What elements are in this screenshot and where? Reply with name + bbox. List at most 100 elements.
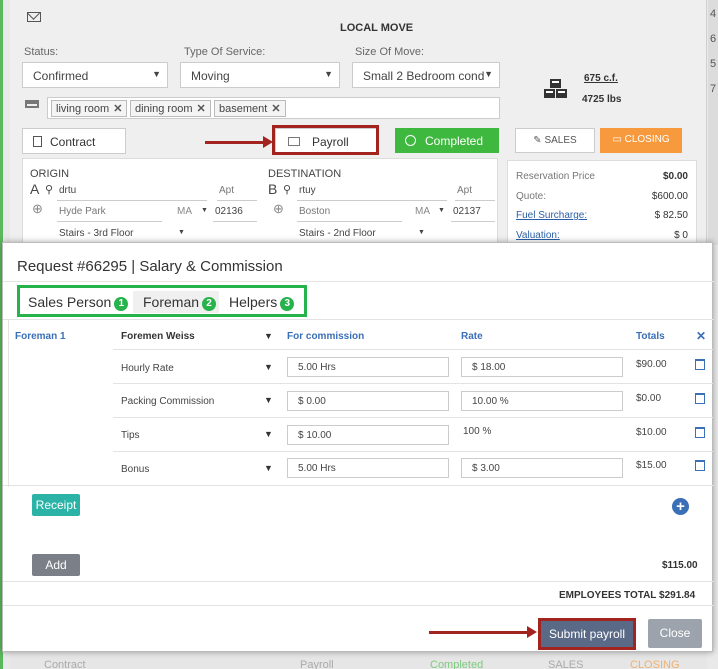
chevron-down-icon[interactable]: ▼ xyxy=(264,395,273,405)
room-chip[interactable]: dining room ✕ xyxy=(130,100,211,117)
destination-state[interactable]: MA xyxy=(415,206,430,217)
rooms-field[interactable]: living room ✕ dining room ✕ basement ✕ xyxy=(47,97,500,119)
chevron-down-icon[interactable]: ▼ xyxy=(264,429,273,439)
check-icon xyxy=(405,135,416,146)
step-badge: 1 xyxy=(114,297,129,311)
room-chip[interactable]: living room ✕ xyxy=(51,100,128,117)
destination-zip[interactable]: 02137 xyxy=(453,206,481,217)
map-pin-icon: ⚲ xyxy=(45,184,54,196)
sales-button[interactable]: ✎ SALES xyxy=(515,128,595,153)
valuation-link[interactable]: Valuation: xyxy=(516,230,560,241)
price-value: $ 0 xyxy=(674,230,688,241)
add-circle-icon[interactable]: ⊕ xyxy=(32,201,43,217)
remove-icon[interactable]: ✕ xyxy=(271,103,280,115)
trash-icon[interactable] xyxy=(695,427,705,438)
row-total: $15.00 xyxy=(636,460,667,471)
origin-zip[interactable]: 02136 xyxy=(215,206,243,217)
tab-sales-person[interactable]: Sales Person 1 xyxy=(28,291,132,313)
fuel-surcharge-link[interactable]: Fuel Surcharge: xyxy=(516,210,587,221)
payroll-highlight xyxy=(272,125,379,155)
sofa-icon xyxy=(25,100,39,108)
document-icon xyxy=(33,136,42,147)
size-select[interactable]: Small 2 Bedroom cond ▼ xyxy=(352,62,500,88)
room-chip[interactable]: basement ✕ xyxy=(214,100,286,117)
origin-state[interactable]: MA xyxy=(177,206,192,217)
destination-title: DESTINATION xyxy=(268,168,342,180)
totals-header: Totals xyxy=(636,331,665,342)
tab-foreman[interactable]: Foreman 2 xyxy=(133,291,219,313)
foreman-slot-label: Foreman 1 xyxy=(15,331,66,342)
step-badge: 3 xyxy=(280,297,295,311)
completed-button[interactable]: Completed xyxy=(395,128,499,153)
envelope-icon[interactable] xyxy=(27,12,41,22)
origin-floor[interactable]: Stairs - 3rd Floor xyxy=(59,228,133,239)
foreman-subtotal: $115.00 xyxy=(662,560,698,571)
commission-type-select[interactable]: Tips xyxy=(121,430,140,441)
side-strip: 4 6 5 7 xyxy=(708,0,718,245)
add-button[interactable]: Add xyxy=(32,554,80,576)
chevron-down-icon: ▼ xyxy=(418,229,425,236)
status-value: Confirmed xyxy=(33,69,89,83)
add-circle-icon[interactable]: ⊕ xyxy=(273,201,284,217)
trash-icon[interactable] xyxy=(695,359,705,370)
commission-type-select[interactable]: Bonus xyxy=(121,464,149,475)
price-label: Reservation Price xyxy=(516,171,595,182)
row-total: $90.00 xyxy=(636,359,667,370)
remove-foreman-icon[interactable]: ✕ xyxy=(696,329,706,343)
boxes-icon xyxy=(544,79,567,98)
price-value: $600.00 xyxy=(651,191,688,202)
rate-input[interactable]: 10.00 % xyxy=(461,391,623,411)
chevron-down-icon: ▼ xyxy=(324,69,333,79)
tab-helpers[interactable]: Helpers 3 xyxy=(229,291,305,313)
commission-input[interactable]: 5.00 Hrs xyxy=(287,458,449,478)
service-value: Moving xyxy=(191,69,230,83)
service-label: Type Of Service: xyxy=(184,46,266,58)
apt-label: Apt xyxy=(457,185,473,196)
origin-city[interactable]: Hyde Park xyxy=(59,206,106,217)
chevron-down-icon[interactable]: ▼ xyxy=(264,331,273,341)
chevron-down-icon[interactable]: ▼ xyxy=(264,463,273,473)
closing-button[interactable]: ▭ CLOSING xyxy=(600,128,682,153)
background-toolbar-ghost xyxy=(10,652,707,669)
remove-icon[interactable]: ✕ xyxy=(113,103,122,115)
price-value: $0.00 xyxy=(662,171,688,182)
price-summary: Reservation Price $0.00 Quote: $600.00 F… xyxy=(507,160,697,245)
cubic-feet: 675 c.f. xyxy=(584,73,618,84)
submit-payroll-button[interactable]: Submit payroll xyxy=(538,618,636,650)
origin-address[interactable]: drtu xyxy=(59,185,76,196)
destination-letter: B xyxy=(268,181,278,197)
tabs-highlight: Sales Person 1 Foreman 2 Helpers 3 xyxy=(17,285,307,317)
chevron-down-icon[interactable]: ▼ xyxy=(264,362,273,372)
commission-input[interactable]: 5.00 Hrs xyxy=(287,357,449,377)
contract-button[interactable]: Contract xyxy=(22,128,126,154)
step-badge: 2 xyxy=(202,297,217,311)
rate-value: 100 % xyxy=(463,426,492,437)
rate-input[interactable]: $ 18.00 xyxy=(461,357,623,377)
service-select[interactable]: Moving ▼ xyxy=(180,62,340,88)
address-section: ORIGIN A ⚲ drtu Apt ⊕ Hyde Park MA ▼ 021… xyxy=(22,158,498,245)
foreman-select[interactable]: Foremen Weiss xyxy=(121,331,195,342)
trash-icon[interactable] xyxy=(695,393,705,404)
chevron-down-icon: ▼ xyxy=(201,207,208,214)
trash-icon[interactable] xyxy=(695,460,705,471)
receipt-button[interactable]: Receipt xyxy=(32,494,80,516)
apt-label: Apt xyxy=(219,185,235,196)
destination-address[interactable]: rtuy xyxy=(299,185,316,196)
commission-type-select[interactable]: Packing Commission xyxy=(121,396,214,407)
rate-input[interactable]: $ 3.00 xyxy=(461,458,623,478)
commission-type-select[interactable]: Hourly Rate xyxy=(121,363,174,374)
modal-title: Request #66295 | Salary & Commission xyxy=(17,258,283,275)
destination-city[interactable]: Boston xyxy=(299,206,330,217)
destination-floor[interactable]: Stairs - 2nd Floor xyxy=(299,228,376,239)
close-button[interactable]: Close xyxy=(648,619,702,648)
price-value: $ 82.50 xyxy=(654,210,688,221)
status-select[interactable]: Confirmed ▼ xyxy=(22,62,168,88)
commission-input[interactable]: $ 0.00 xyxy=(287,391,449,411)
commission-header: For commission xyxy=(287,331,365,342)
move-type-title: LOCAL MOVE xyxy=(340,22,414,34)
origin-letter: A xyxy=(30,181,40,197)
add-circle-icon[interactable]: + xyxy=(672,498,689,515)
arrow-annotation xyxy=(429,626,537,638)
remove-icon[interactable]: ✕ xyxy=(196,103,205,115)
commission-input[interactable]: $ 10.00 xyxy=(287,425,449,445)
